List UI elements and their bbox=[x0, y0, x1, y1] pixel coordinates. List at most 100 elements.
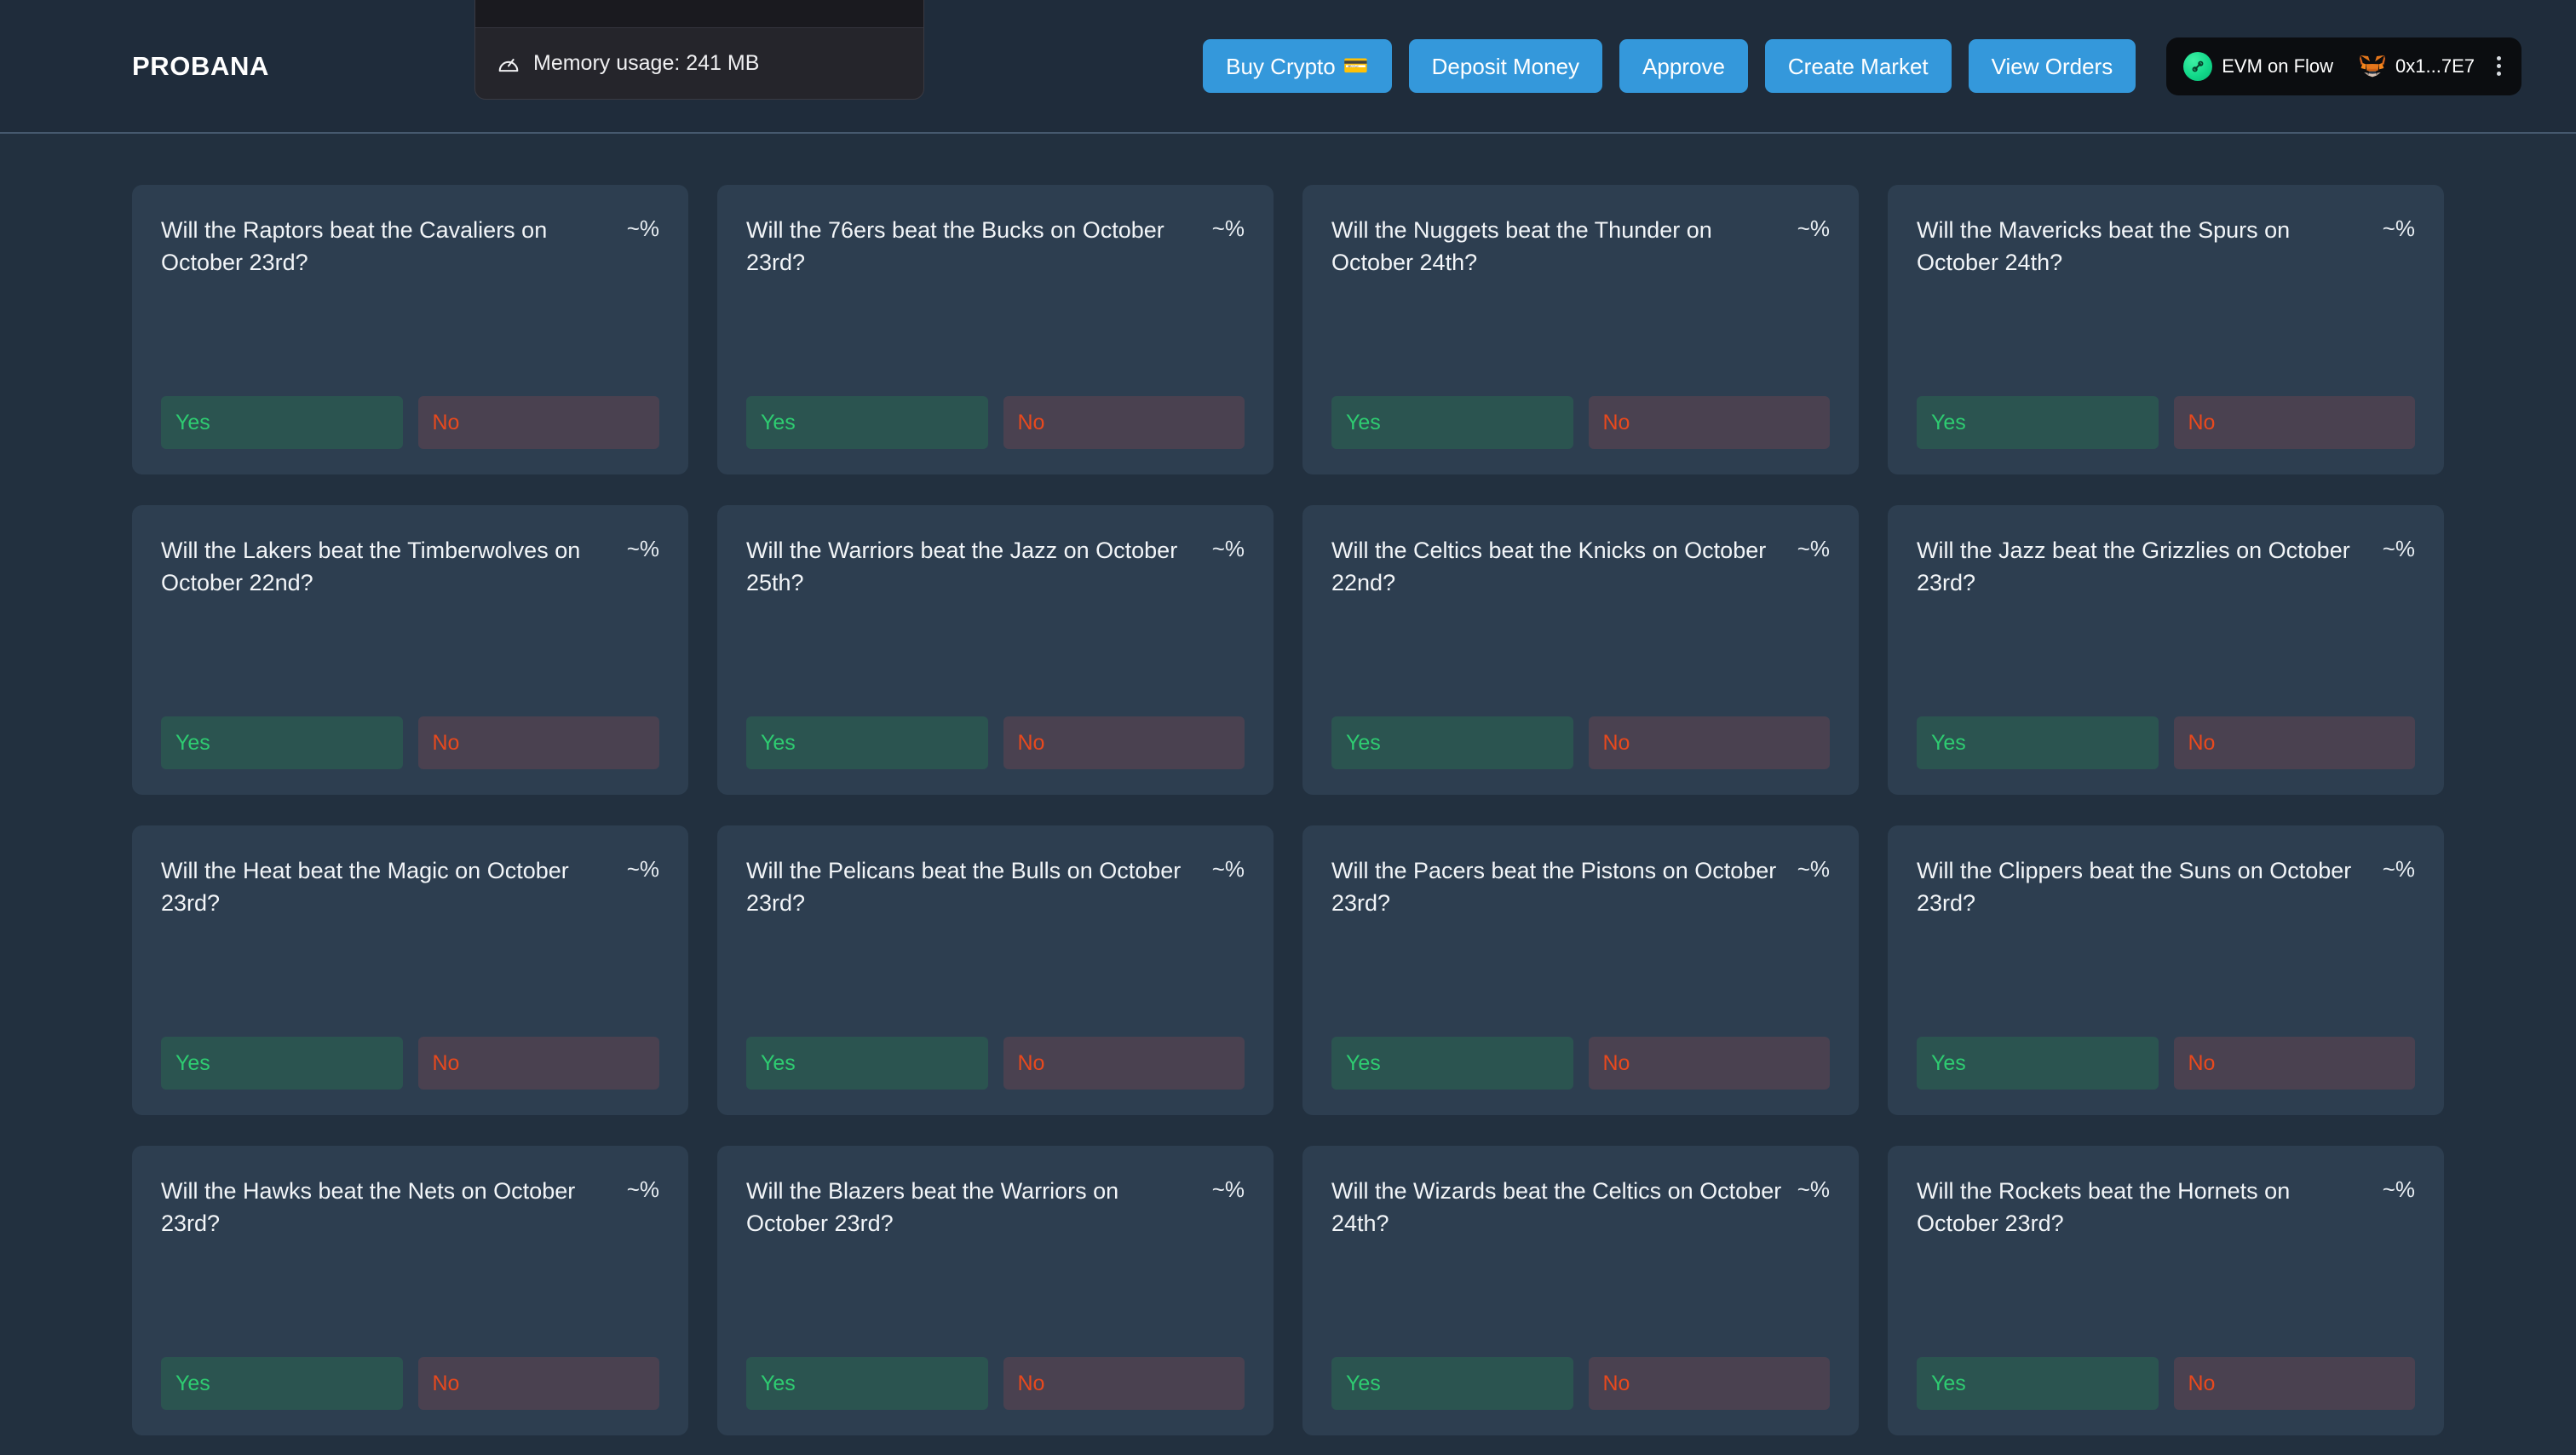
market-vote-actions: Yes No bbox=[1917, 1357, 2415, 1410]
market-card[interactable]: Will the Pacers beat the Pistons on Octo… bbox=[1302, 825, 1859, 1115]
vote-yes-button[interactable]: Yes bbox=[1331, 396, 1573, 449]
market-card[interactable]: Will the Blazers beat the Warriors on Oc… bbox=[717, 1146, 1274, 1435]
vote-no-button[interactable]: No bbox=[1588, 716, 1830, 769]
vote-no-button[interactable]: No bbox=[417, 1037, 659, 1090]
market-percent: ~% bbox=[626, 216, 659, 241]
vote-no-button[interactable]: No bbox=[2173, 716, 2415, 769]
approve-button[interactable]: Approve bbox=[1619, 39, 1748, 93]
wallet-chip[interactable]: EVM on Flow 0x1...7E7 bbox=[2166, 37, 2521, 95]
vote-no-button[interactable]: No bbox=[2173, 1357, 2415, 1410]
vote-yes-button[interactable]: Yes bbox=[161, 1357, 403, 1410]
market-card[interactable]: Will the Pelicans beat the Bulls on Octo… bbox=[717, 825, 1274, 1115]
market-percent: ~% bbox=[2382, 216, 2415, 241]
account-selector[interactable]: 0x1...7E7 bbox=[2359, 54, 2475, 79]
market-vote-actions: Yes No bbox=[746, 1357, 1245, 1410]
market-header: Will the Warriors beat the Jazz on Octob… bbox=[746, 534, 1245, 600]
memory-popup-body: Memory usage: 241 MB bbox=[475, 28, 923, 99]
market-card[interactable]: Will the 76ers beat the Bucks on October… bbox=[717, 185, 1274, 474]
market-card[interactable]: Will the Mavericks beat the Spurs on Oct… bbox=[1888, 185, 2444, 474]
vote-no-button[interactable]: No bbox=[417, 716, 659, 769]
market-question: Will the Warriors beat the Jazz on Octob… bbox=[746, 538, 1178, 596]
market-card[interactable]: Will the Rockets beat the Hornets on Oct… bbox=[1888, 1146, 2444, 1435]
memory-usage-text: Memory usage: 241 MB bbox=[533, 51, 760, 75]
market-percent: ~% bbox=[2382, 1176, 2415, 1202]
vote-yes-button[interactable]: Yes bbox=[1917, 396, 2159, 449]
vote-no-button[interactable]: No bbox=[1003, 396, 1245, 449]
deposit-money-button[interactable]: Deposit Money bbox=[1408, 39, 1603, 93]
vote-no-button[interactable]: No bbox=[1588, 1037, 1830, 1090]
chain-selector[interactable]: EVM on Flow bbox=[2183, 51, 2347, 81]
market-card[interactable]: Will the Celtics beat the Knicks on Octo… bbox=[1302, 505, 1859, 795]
nav-button-label: Deposit Money bbox=[1431, 53, 1580, 79]
vote-yes-button[interactable]: Yes bbox=[746, 1357, 988, 1410]
market-question: Will the Pacers beat the Pistons on Octo… bbox=[1331, 858, 1777, 917]
market-vote-actions: Yes No bbox=[746, 1037, 1245, 1090]
vote-no-button[interactable]: No bbox=[417, 396, 659, 449]
market-question: Will the Clippers beat the Suns on Octob… bbox=[1917, 858, 2352, 917]
market-header: Will the Pacers beat the Pistons on Octo… bbox=[1331, 854, 1830, 920]
create-market-button[interactable]: Create Market bbox=[1764, 39, 1952, 93]
market-question: Will the Wizards beat the Celtics on Oct… bbox=[1331, 1178, 1782, 1237]
market-vote-actions: Yes No bbox=[746, 396, 1245, 449]
market-header: Will the Pelicans beat the Bulls on Octo… bbox=[746, 854, 1245, 920]
vote-yes-button[interactable]: Yes bbox=[161, 396, 403, 449]
nav-button-label: Create Market bbox=[1787, 53, 1929, 79]
vote-yes-button[interactable]: Yes bbox=[161, 716, 403, 769]
vote-yes-button[interactable]: Yes bbox=[746, 396, 988, 449]
market-vote-actions: Yes No bbox=[161, 716, 659, 769]
market-card[interactable]: Will the Warriors beat the Jazz on Octob… bbox=[717, 505, 1274, 795]
market-card[interactable]: Will the Nuggets beat the Thunder on Oct… bbox=[1302, 185, 1859, 474]
nav-button-label: View Orders bbox=[1991, 53, 2113, 79]
market-card[interactable]: Will the Raptors beat the Cavaliers on O… bbox=[132, 185, 688, 474]
vote-no-button[interactable]: No bbox=[1003, 1037, 1245, 1090]
vote-yes-button[interactable]: Yes bbox=[1331, 1357, 1573, 1410]
vote-yes-button[interactable]: Yes bbox=[1331, 1037, 1573, 1090]
vote-yes-button[interactable]: Yes bbox=[1917, 1357, 2159, 1410]
account-address: 0x1...7E7 bbox=[2395, 55, 2475, 77]
market-header: Will the Hawks beat the Nets on October … bbox=[161, 1175, 659, 1240]
market-question: Will the Jazz beat the Grizzlies on Octo… bbox=[1917, 538, 2350, 596]
market-card[interactable]: Will the Clippers beat the Suns on Octob… bbox=[1888, 825, 2444, 1115]
wallet-menu-icon[interactable] bbox=[2487, 51, 2508, 81]
vote-no-button[interactable]: No bbox=[2173, 1037, 2415, 1090]
view-orders-button[interactable]: View Orders bbox=[1968, 39, 2136, 93]
market-header: Will the Wizards beat the Celtics on Oct… bbox=[1331, 1175, 1830, 1240]
vote-no-button[interactable]: No bbox=[1003, 1357, 1245, 1410]
memory-usage-popup: Memory usage: 241 MB bbox=[474, 0, 924, 100]
vote-no-button[interactable]: No bbox=[417, 1357, 659, 1410]
vote-yes-button[interactable]: Yes bbox=[1331, 716, 1573, 769]
vote-yes-button[interactable]: Yes bbox=[1917, 716, 2159, 769]
vote-no-button[interactable]: No bbox=[1588, 396, 1830, 449]
vote-yes-button[interactable]: Yes bbox=[746, 1037, 988, 1090]
market-question: Will the Pelicans beat the Bulls on Octo… bbox=[746, 858, 1182, 917]
app-header: PROBANA Buy Crypto 💳 Deposit Money Approve C… bbox=[0, 0, 2576, 134]
gauge-icon bbox=[497, 53, 520, 75]
market-percent: ~% bbox=[1797, 536, 1830, 561]
vote-no-button[interactable]: No bbox=[1003, 716, 1245, 769]
market-question: Will the 76ers beat the Bucks on October… bbox=[746, 217, 1164, 276]
vote-yes-button[interactable]: Yes bbox=[1917, 1037, 2159, 1090]
vote-no-button[interactable]: No bbox=[1588, 1357, 1830, 1410]
market-percent: ~% bbox=[1211, 1176, 1245, 1202]
market-header: Will the Mavericks beat the Spurs on Oct… bbox=[1917, 214, 2415, 279]
vote-yes-button[interactable]: Yes bbox=[746, 716, 988, 769]
vote-yes-button[interactable]: Yes bbox=[161, 1037, 403, 1090]
market-card[interactable]: Will the Heat beat the Magic on October … bbox=[132, 825, 688, 1115]
market-header: Will the Celtics beat the Knicks on Octo… bbox=[1331, 534, 1830, 600]
market-question: Will the Raptors beat the Cavaliers on O… bbox=[161, 217, 548, 276]
flow-chain-icon bbox=[2183, 51, 2213, 81]
market-card[interactable]: Will the Hawks beat the Nets on October … bbox=[132, 1146, 688, 1435]
buy-crypto-button[interactable]: Buy Crypto 💳 bbox=[1203, 39, 1392, 93]
market-card[interactable]: Will the Jazz beat the Grizzlies on Octo… bbox=[1888, 505, 2444, 795]
market-percent: ~% bbox=[1797, 856, 1830, 882]
market-card[interactable]: Will the Wizards beat the Celtics on Oct… bbox=[1302, 1146, 1859, 1435]
market-vote-actions: Yes No bbox=[161, 396, 659, 449]
market-vote-actions: Yes No bbox=[746, 716, 1245, 769]
market-percent: ~% bbox=[1211, 856, 1245, 882]
market-card[interactable]: Will the Lakers beat the Timberwolves on… bbox=[132, 505, 688, 795]
vote-no-button[interactable]: No bbox=[2173, 396, 2415, 449]
credit-card-icon: 💳 bbox=[1343, 54, 1369, 78]
market-question: Will the Mavericks beat the Spurs on Oct… bbox=[1917, 217, 2291, 276]
header-actions: Buy Crypto 💳 Deposit Money Approve Create Ma… bbox=[1203, 37, 2521, 95]
market-percent: ~% bbox=[1211, 216, 1245, 241]
